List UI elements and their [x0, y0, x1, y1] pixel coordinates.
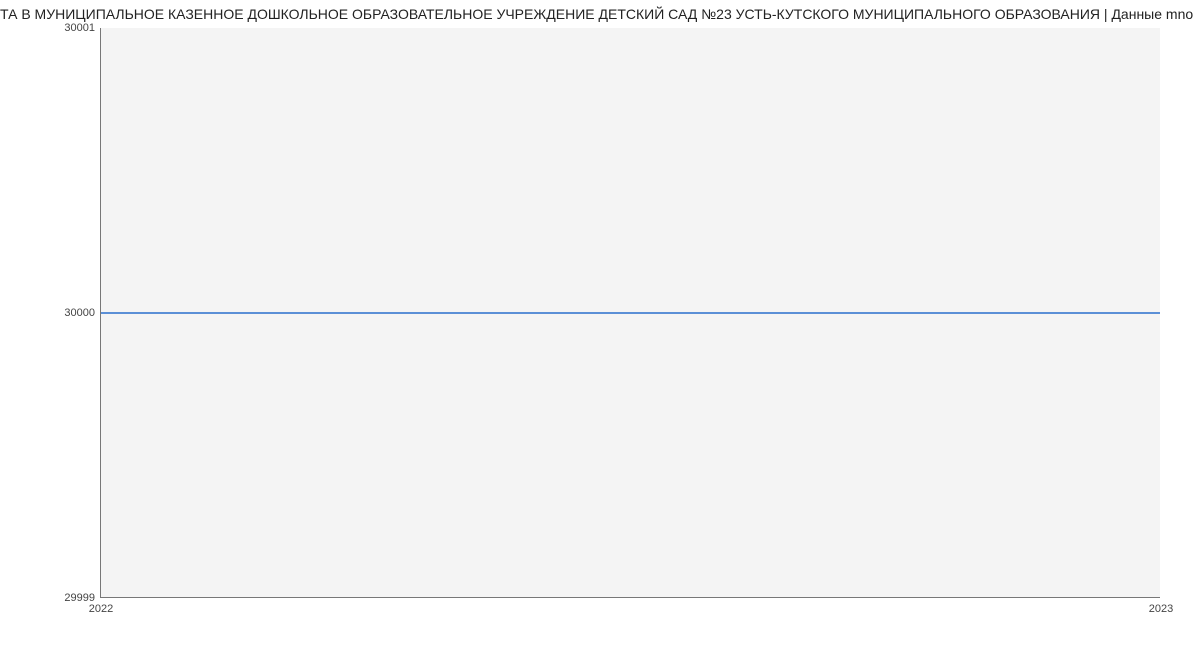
chart-container: ТА В МУНИЦИПАЛЬНОЕ КАЗЕННОЕ ДОШКОЛЬНОЕ О…	[0, 0, 1200, 650]
y-tick-label: 30000	[64, 307, 95, 319]
x-tick-label: 2022	[89, 603, 113, 615]
y-tick-label: 30001	[64, 22, 95, 34]
plot-area: 29999300003000120222023	[100, 28, 1160, 598]
chart-title: ТА В МУНИЦИПАЛЬНОЕ КАЗЕННОЕ ДОШКОЛЬНОЕ О…	[0, 6, 1200, 22]
data-line	[101, 312, 1160, 314]
x-tick-label: 2023	[1149, 603, 1173, 615]
